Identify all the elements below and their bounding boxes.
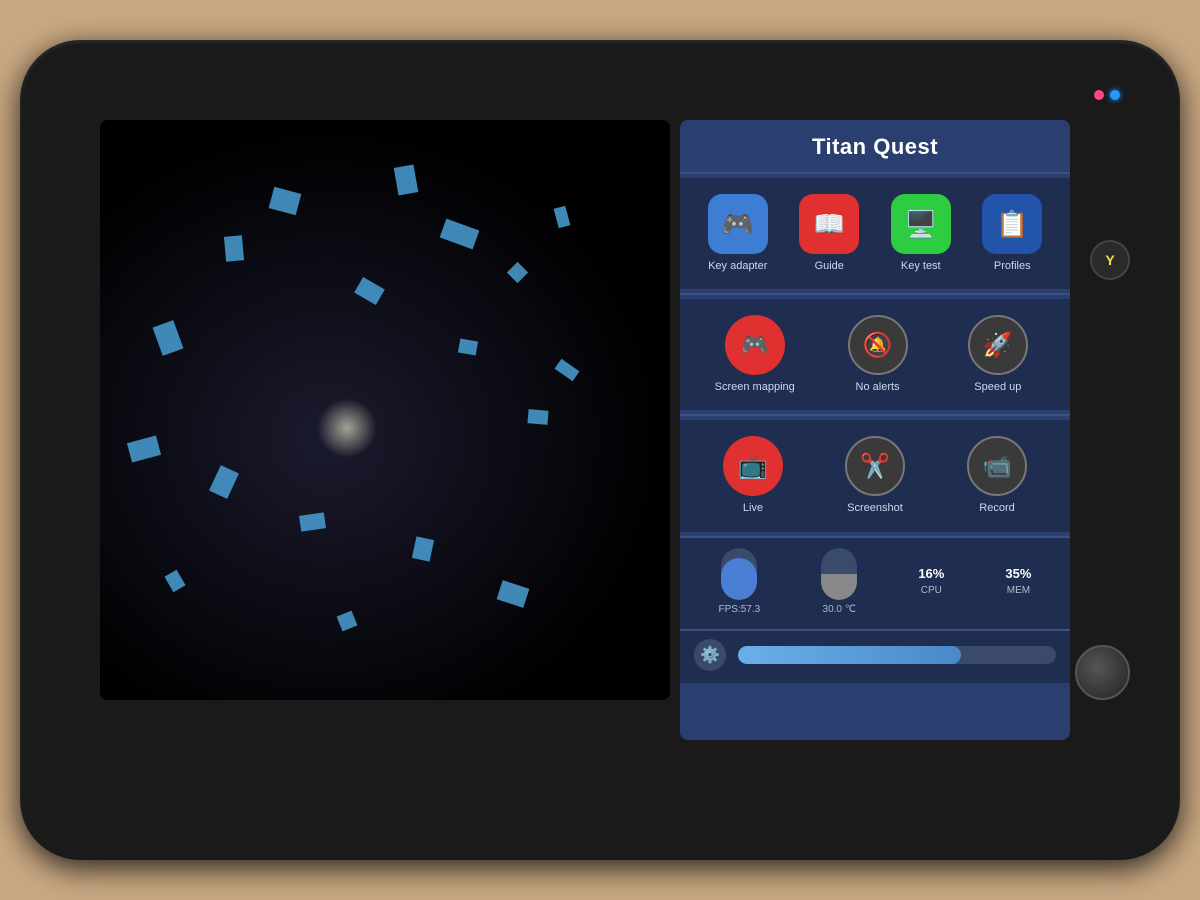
game-screen-content bbox=[100, 120, 670, 700]
light-orb bbox=[317, 398, 377, 458]
brightness-slider-fill bbox=[738, 646, 961, 664]
cpu-value: 16% bbox=[918, 566, 944, 581]
game-screen bbox=[100, 120, 670, 700]
mid-icons-grid: 🎮 Screen mapping 🔕 No alerts 🚀 Speed up bbox=[692, 315, 1058, 394]
ui-panel: Titan Quest 🎮 Key adapter 📖 Guide 🖥️ Key… bbox=[680, 120, 1070, 740]
mem-stat: 35% MEM bbox=[1005, 566, 1031, 596]
separator-1 bbox=[680, 172, 1070, 174]
top-icons-section: 🎮 Key adapter 📖 Guide 🖥️ Key test 📋 Prof… bbox=[680, 178, 1070, 289]
live-item[interactable]: 📺 Live bbox=[716, 436, 791, 515]
live-icon: 📺 bbox=[723, 436, 783, 496]
led-blue bbox=[1110, 90, 1120, 100]
key-test-label: Key test bbox=[901, 260, 941, 273]
mid-icons-section: 🎮 Screen mapping 🔕 No alerts 🚀 Speed up bbox=[680, 299, 1070, 410]
cpu-label: CPU bbox=[921, 585, 942, 596]
temp-pill bbox=[821, 548, 857, 600]
record-label: Record bbox=[979, 502, 1014, 515]
profiles-item[interactable]: 📋 Profiles bbox=[975, 194, 1050, 273]
key-adapter-label: Key adapter bbox=[708, 260, 767, 273]
screenshot-icon: ✂️ bbox=[845, 436, 905, 496]
fps-stat: FPS:57.3 bbox=[719, 548, 761, 615]
bottom-icons-section: 📺 Live ✂️ Screenshot 📹 Record bbox=[680, 420, 1070, 531]
key-test-icon: 🖥️ bbox=[891, 194, 951, 254]
panel-title: Titan Quest bbox=[680, 120, 1070, 172]
led-pink bbox=[1094, 90, 1104, 100]
bottom-icons-grid: 📺 Live ✂️ Screenshot 📹 Record bbox=[692, 436, 1058, 515]
y-button[interactable]: Y bbox=[1090, 240, 1130, 280]
speed-up-label: Speed up bbox=[974, 381, 1021, 394]
key-adapter-icon: 🎮 bbox=[708, 194, 768, 254]
fps-label: FPS:57.3 bbox=[719, 604, 761, 615]
led-area bbox=[1094, 90, 1120, 100]
top-icons-grid: 🎮 Key adapter 📖 Guide 🖥️ Key test 📋 Prof… bbox=[692, 194, 1058, 273]
speed-up-item[interactable]: 🚀 Speed up bbox=[960, 315, 1035, 394]
stats-row: FPS:57.3 30.0 ℃ 16% CPU 35% MEM bbox=[680, 538, 1070, 629]
device-body: Titan Quest 🎮 Key adapter 📖 Guide 🖥️ Key… bbox=[20, 40, 1180, 860]
separator-3 bbox=[680, 414, 1070, 416]
profiles-label: Profiles bbox=[994, 260, 1031, 273]
game-title: Titan Quest bbox=[812, 134, 938, 159]
guide-item[interactable]: 📖 Guide bbox=[792, 194, 867, 273]
key-adapter-item[interactable]: 🎮 Key adapter bbox=[700, 194, 775, 273]
guide-label: Guide bbox=[815, 260, 844, 273]
guide-icon: 📖 bbox=[799, 194, 859, 254]
right-thumbstick[interactable] bbox=[1075, 645, 1130, 700]
screen-mapping-label: Screen mapping bbox=[715, 381, 795, 394]
no-alerts-item[interactable]: 🔕 No alerts bbox=[840, 315, 915, 394]
mem-label: MEM bbox=[1007, 585, 1030, 596]
no-alerts-label: No alerts bbox=[856, 381, 900, 394]
screenshot-item[interactable]: ✂️ Screenshot bbox=[838, 436, 913, 515]
cpu-stat: 16% CPU bbox=[918, 566, 944, 596]
separator-2 bbox=[680, 293, 1070, 295]
screenshot-label: Screenshot bbox=[847, 502, 903, 515]
temp-stat: 30.0 ℃ bbox=[821, 548, 857, 615]
temp-fill bbox=[821, 574, 857, 600]
no-alerts-icon: 🔕 bbox=[848, 315, 908, 375]
speed-up-icon: 🚀 bbox=[968, 315, 1028, 375]
fps-fill bbox=[721, 558, 757, 600]
profiles-icon: 📋 bbox=[982, 194, 1042, 254]
key-test-item[interactable]: 🖥️ Key test bbox=[883, 194, 958, 273]
settings-small-icon[interactable]: ⚙️ bbox=[694, 639, 726, 671]
live-label: Live bbox=[743, 502, 763, 515]
screen-mapping-icon: 🎮 bbox=[725, 315, 785, 375]
slider-row: ⚙️ bbox=[680, 631, 1070, 683]
record-item[interactable]: 📹 Record bbox=[960, 436, 1035, 515]
right-controller-area: Y bbox=[1090, 240, 1130, 280]
brightness-slider-track[interactable] bbox=[738, 646, 1056, 664]
temp-label: 30.0 ℃ bbox=[823, 604, 856, 615]
fps-pill bbox=[721, 548, 757, 600]
mem-value: 35% bbox=[1005, 566, 1031, 581]
screen-mapping-item[interactable]: 🎮 Screen mapping bbox=[715, 315, 795, 394]
record-icon: 📹 bbox=[967, 436, 1027, 496]
